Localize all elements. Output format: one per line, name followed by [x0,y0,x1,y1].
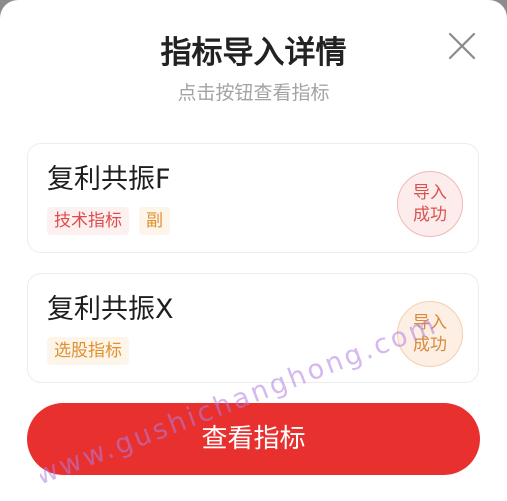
stamp-line-2: 成功 [413,335,447,355]
import-success-stamp: 导入 成功 [397,301,463,367]
tag-indicator-type: 选股指标 [47,337,129,365]
indicator-name: 复利共振F [47,164,171,195]
import-details-dialog: 指标导入详情 点击按钮查看指标 复利共振F 技术指标 副 导入 成功 复利共振X… [0,0,507,501]
indicator-card: 复利共振F 技术指标 副 导入 成功 [27,143,479,253]
tag-chart-position: 副 [139,207,170,235]
view-indicators-button[interactable]: 查看指标 [27,403,480,475]
tag-list: 技术指标 副 [47,207,170,235]
tag-indicator-type: 技术指标 [47,207,129,235]
dialog-subtitle: 点击按钮查看指标 [177,82,330,104]
import-success-stamp: 导入 成功 [397,171,463,237]
tag-list: 选股指标 [47,337,129,365]
stamp-line-2: 成功 [413,205,447,225]
indicator-name: 复利共振X [47,294,174,325]
indicator-card: 复利共振X 选股指标 导入 成功 [27,273,479,383]
stamp-line-1: 导入 [413,183,447,203]
stamp-line-1: 导入 [413,313,447,333]
dialog-title: 指标导入详情 [160,35,347,71]
